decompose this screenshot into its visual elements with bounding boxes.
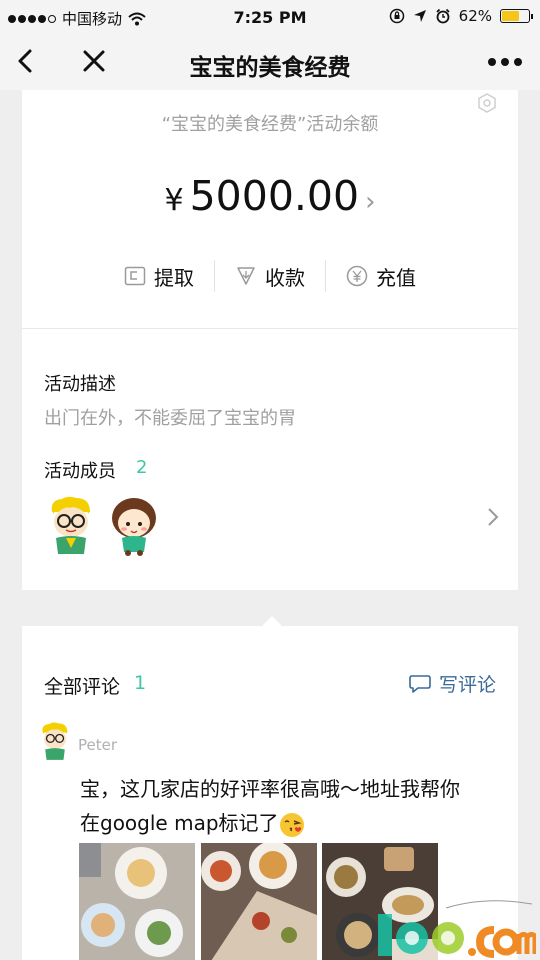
- battery-level-fill: [502, 11, 520, 21]
- currency-symbol: ¥: [164, 183, 184, 218]
- food-photo-1[interactable]: [79, 843, 195, 960]
- member-avatar-girl[interactable]: [106, 496, 162, 556]
- comment-text-line: 在google map标记了: [80, 811, 279, 835]
- comment-text-line-2: 在google map标记了: [80, 806, 500, 840]
- receive-icon: [237, 267, 255, 285]
- members-count: 2: [136, 457, 148, 478]
- comment-text: 宝，这几家店的好评率很高哦～地址我帮你 在google map标记了: [80, 772, 500, 840]
- chevron-right-icon: ›: [365, 187, 376, 217]
- comment-username[interactable]: Peter: [78, 736, 117, 754]
- food-photo-2[interactable]: [201, 843, 317, 960]
- battery-icon: [500, 9, 533, 23]
- balance-amount-row[interactable]: ¥ 5000.00 ›: [22, 172, 518, 220]
- write-comment-button[interactable]: 写评论: [409, 670, 496, 697]
- description-text: 出门在外，不能委屈了宝宝的胃: [44, 408, 296, 429]
- commenter-avatar[interactable]: [40, 722, 70, 760]
- status-right: 62%: [389, 7, 533, 25]
- topup-button[interactable]: 充值: [326, 262, 436, 291]
- receive-button[interactable]: 收款: [215, 262, 325, 291]
- rotation-lock-icon: [389, 8, 404, 24]
- chevron-right-icon[interactable]: [486, 506, 500, 528]
- kiss-emoji-icon: [279, 812, 304, 837]
- watermark-logo: [378, 900, 536, 958]
- yen-coin-icon: [346, 265, 368, 287]
- comment-bubble-icon: [409, 674, 431, 693]
- balance-label: “宝宝的美食经费”活动余额: [161, 114, 379, 135]
- activity-card: “宝宝的美食经费”活动余额 ¥ 5000.00 › 提取 收款 充值 活动描述 …: [22, 90, 518, 590]
- page-title: 宝宝的美食经费: [189, 55, 351, 81]
- alarm-icon: [436, 8, 450, 24]
- more-dots-icon[interactable]: [488, 54, 524, 70]
- description-title: 活动描述: [44, 374, 116, 395]
- write-comment-label: 写评论: [438, 674, 496, 696]
- receive-label: 收款: [265, 265, 305, 290]
- comments-title: 全部评论: [44, 676, 121, 698]
- location-icon: [413, 10, 426, 22]
- member-avatar-peter[interactable]: [48, 496, 94, 554]
- wallet-icon: [124, 266, 146, 286]
- section-pointer: [262, 616, 282, 626]
- section-divider: [22, 328, 518, 329]
- withdraw-label: 提取: [154, 265, 194, 290]
- balance-amount: 5000.00: [189, 172, 360, 220]
- comments-count: 1: [134, 672, 147, 694]
- balance-actions: 提取 收款 充值: [22, 258, 518, 294]
- battery-percent: 62%: [458, 7, 492, 25]
- status-bar: 中国移动 7:25 PM 62%: [0, 0, 540, 34]
- withdraw-button[interactable]: 提取: [104, 262, 214, 291]
- topup-label: 充值: [376, 265, 416, 290]
- comment-text-line: 宝，这几家店的好评率很高哦～地址我帮你: [80, 777, 460, 801]
- nav-bar: 宝宝的美食经费: [0, 34, 540, 90]
- members-title: 活动成员: [44, 461, 116, 482]
